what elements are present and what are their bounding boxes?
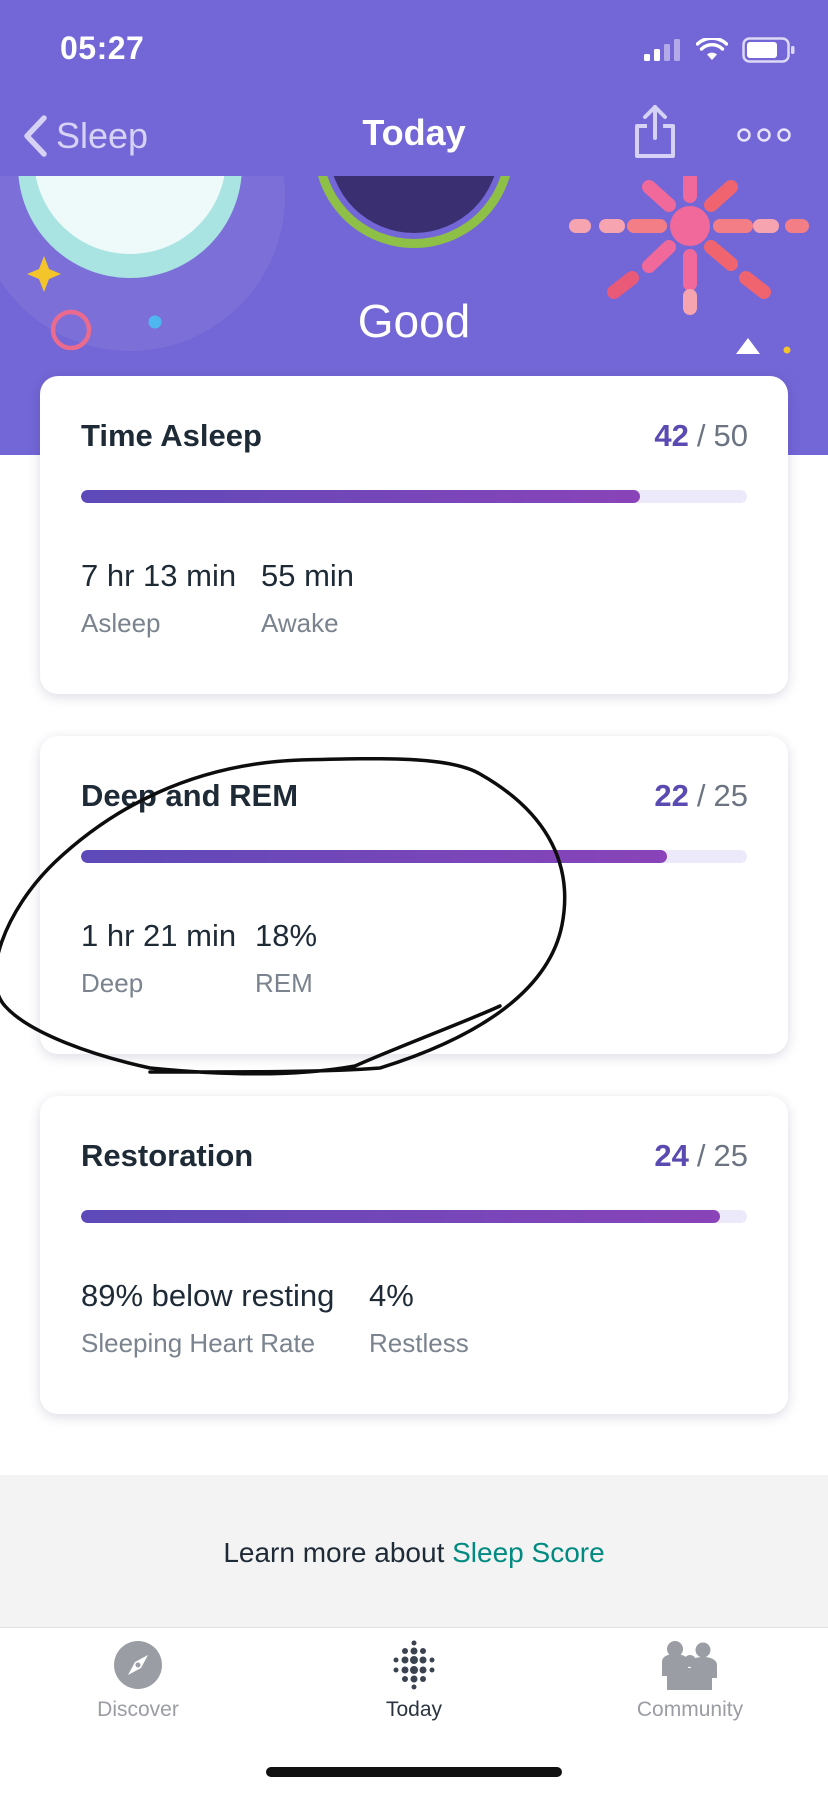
stat-value: 1 hr 21 min [81, 918, 237, 953]
card-title: Deep and REM [81, 778, 299, 813]
sleep-score-link[interactable]: Sleep Score [452, 1537, 605, 1568]
score-earned: 42 [654, 418, 689, 453]
score-progress-bar [81, 490, 747, 503]
learn-more-section: Learn more about Sleep Score [0, 1475, 828, 1627]
status-time: 05:27 [60, 30, 145, 66]
score-max: 25 [713, 778, 748, 813]
stat-rem: 18% REM [255, 918, 317, 999]
stat-label: Deep [81, 968, 144, 998]
score-progress-fill [81, 850, 668, 863]
time-asleep-card[interactable]: Time Asleep 42/50 7 hr 13 min Asleep 55 … [40, 376, 788, 694]
tab-discover[interactable]: Discover [0, 1628, 276, 1738]
sleep-score-label: Good [357, 295, 471, 347]
share-button[interactable] [632, 104, 678, 160]
compass-icon [114, 1641, 162, 1689]
wifi-icon [696, 38, 728, 60]
share-icon [635, 105, 675, 158]
stat-value: 55 min [261, 558, 355, 593]
learn-more-text: Learn more about Sleep Score [0, 1537, 828, 1569]
card-score: 42/50 [654, 418, 748, 453]
card-title: Time Asleep [81, 418, 262, 453]
cellular-signal-icon [644, 39, 680, 61]
dots-grid-icon [393, 1640, 435, 1690]
status-bar: 05:27 [0, 0, 828, 100]
stat-value: 7 hr 13 min [81, 558, 237, 593]
tab-label: Today [385, 1698, 443, 1721]
tab-community[interactable]: Community [552, 1628, 828, 1738]
stat-value: 18% [255, 918, 318, 953]
score-earned: 22 [654, 778, 689, 813]
score-progress-fill [81, 490, 641, 503]
stat-asleep: 7 hr 13 min Asleep [81, 558, 236, 639]
score-max: 50 [713, 418, 748, 453]
card-score: 22/25 [654, 778, 748, 813]
tab-bar: Discover Today Community [0, 1627, 828, 1793]
score-max: 25 [713, 1138, 748, 1173]
deep-rem-card[interactable]: Deep and REM 22/25 1 hr 21 min Deep 18% … [40, 736, 788, 1054]
more-options-button[interactable] [736, 120, 792, 150]
stat-sleeping-heart-rate: 89% below resting Sleeping Heart Rate [81, 1278, 334, 1359]
home-indicator[interactable] [266, 1767, 562, 1777]
card-score: 24/25 [654, 1138, 748, 1173]
stat-label: REM [255, 968, 313, 998]
nav-bar: Sleep Today [0, 96, 828, 176]
stat-label: Sleeping Heart Rate [81, 1328, 316, 1358]
stat-value: 89% below resting [81, 1278, 335, 1313]
battery-icon [742, 37, 795, 63]
score-earned: 24 [654, 1138, 689, 1173]
score-progress-fill [81, 1210, 721, 1223]
stat-label: Asleep [81, 608, 161, 638]
people-icon [662, 1641, 717, 1690]
stat-deep: 1 hr 21 min Deep [81, 918, 236, 999]
tab-today[interactable]: Today [276, 1628, 552, 1738]
card-title: Restoration [81, 1138, 254, 1173]
stat-label: Awake [261, 608, 339, 638]
score-progress-bar [81, 1210, 747, 1223]
tab-label: Discover [97, 1698, 179, 1721]
tab-label: Community [636, 1698, 744, 1721]
more-options-icon [737, 128, 791, 142]
restoration-card[interactable]: Restoration 24/25 89% below resting Slee… [40, 1096, 788, 1414]
stat-awake: 55 min Awake [261, 558, 354, 639]
page-title: Today [362, 112, 466, 153]
score-progress-bar [81, 850, 747, 863]
stat-label: Restless [369, 1328, 469, 1358]
stat-restless: 4% Restless [369, 1278, 469, 1359]
stat-value: 4% [369, 1278, 414, 1313]
learn-more-prefix: Learn more about [223, 1537, 453, 1568]
status-icons [644, 34, 796, 66]
